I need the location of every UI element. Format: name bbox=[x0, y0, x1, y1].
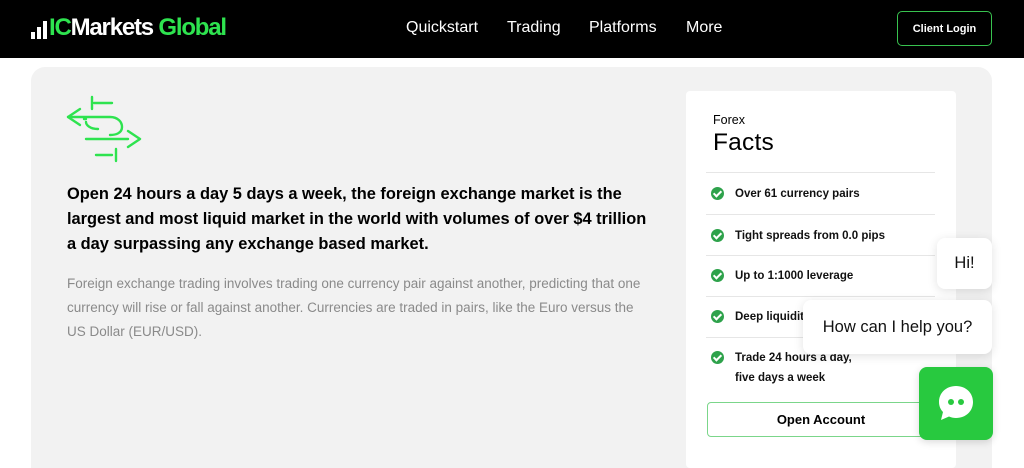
chat-prompt-bubble[interactable]: How can I help you? bbox=[803, 300, 992, 354]
currency-exchange-icon bbox=[66, 95, 142, 163]
logo-prefix: IC bbox=[49, 14, 72, 41]
chat-bubble-icon bbox=[939, 386, 973, 420]
open-account-button[interactable]: Open Account bbox=[707, 402, 935, 437]
check-circle-icon bbox=[711, 310, 724, 323]
chat-launcher-button[interactable] bbox=[919, 367, 993, 440]
logo-bars-icon bbox=[31, 17, 47, 39]
fact-item: Tight spreads from 0.0 pips bbox=[706, 214, 935, 255]
forex-headline: Open 24 hours a day 5 days a week, the f… bbox=[67, 185, 647, 253]
top-navigation-bar: ICMarkets Global Quickstart Trading Plat… bbox=[0, 0, 1024, 58]
forex-description: Foreign exchange trading involves tradin… bbox=[67, 276, 641, 339]
logo-accent: Global bbox=[158, 14, 227, 41]
check-circle-icon bbox=[711, 351, 724, 364]
nav-trading[interactable]: Trading bbox=[507, 19, 561, 37]
facts-eyebrow: Forex bbox=[713, 113, 745, 127]
facts-title: Facts bbox=[713, 129, 774, 156]
check-circle-icon bbox=[711, 187, 724, 200]
fact-item: Over 61 currency pairs bbox=[706, 172, 935, 214]
nav-more[interactable]: More bbox=[686, 19, 722, 37]
forex-facts-panel: Forex Facts Over 61 currency pairs Tight… bbox=[686, 91, 956, 468]
check-circle-icon bbox=[711, 269, 724, 282]
ic-markets-logo[interactable]: ICMarkets Global bbox=[31, 14, 227, 41]
check-circle-icon bbox=[711, 229, 724, 242]
nav-platforms[interactable]: Platforms bbox=[589, 19, 657, 37]
fact-item: Up to 1:1000 leverage bbox=[706, 255, 935, 296]
logo-main: Markets bbox=[70, 14, 155, 41]
client-login-button[interactable]: Client Login bbox=[897, 11, 992, 46]
nav-quickstart[interactable]: Quickstart bbox=[406, 19, 478, 37]
chat-greeting-bubble[interactable]: Hi! bbox=[937, 238, 992, 289]
